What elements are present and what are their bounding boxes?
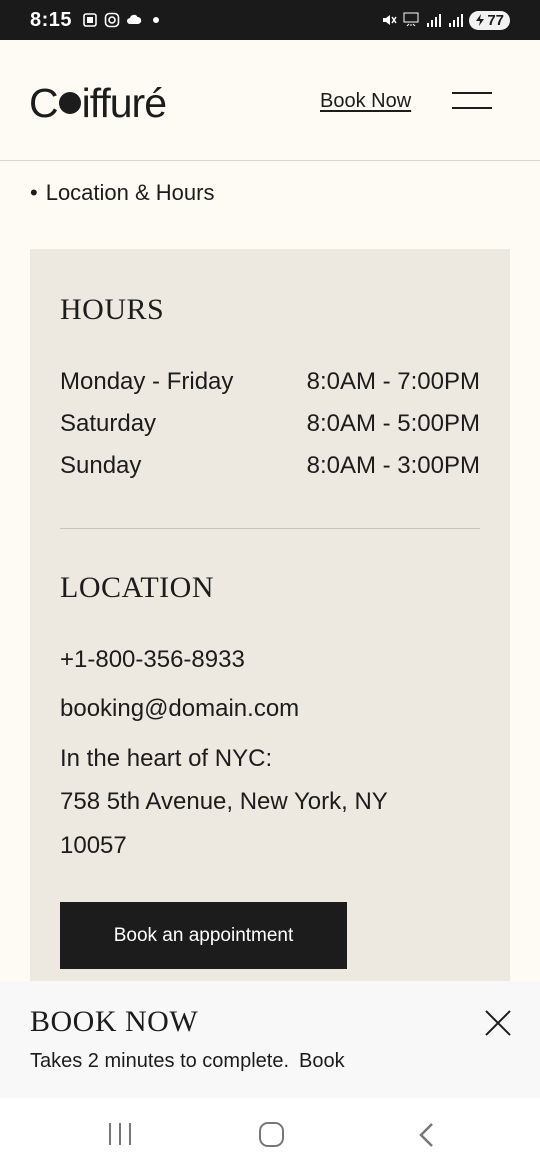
location-title: LOCATION	[60, 571, 214, 604]
home-icon[interactable]	[259, 1122, 284, 1147]
menu-icon[interactable]	[452, 92, 492, 110]
recent-apps-line	[109, 1123, 111, 1145]
battery-indicator: 77	[469, 10, 510, 30]
info-card: HOURS Monday - Friday 8:0AM - 7:00PM Sat…	[30, 249, 510, 1009]
dot-icon	[153, 17, 160, 23]
hours-day: Sunday	[60, 452, 142, 479]
status-time: 8:15	[30, 8, 73, 31]
address-line: 758 5th Avenue, New York, NY	[60, 788, 388, 815]
recent-apps-icon[interactable]	[109, 1123, 133, 1145]
hours-time: 8:0AM - 5:00PM	[306, 410, 480, 437]
address-line: 10057	[60, 832, 127, 859]
system-nav-bar	[0, 1098, 540, 1170]
logo-dot	[58, 92, 81, 114]
logo-suffix: iffuré	[81, 80, 167, 126]
hours-row: Saturday 8:0AM - 5:00PM	[60, 410, 480, 438]
breadcrumb: • Location & Hours	[30, 180, 214, 206]
hours-time: 8:0AM - 7:00PM	[306, 368, 480, 395]
cloud-icon	[127, 14, 142, 24]
book-now-link[interactable]: Book Now	[320, 90, 411, 113]
menu-icon-line	[452, 107, 492, 109]
phone-number[interactable]: +1-800-356-8933	[60, 646, 245, 674]
book-now-banner: BOOK NOW Takes 2 minutes to complete. Boo…	[0, 981, 540, 1098]
back-icon[interactable]	[418, 1122, 434, 1148]
site-header: Ciffuré Book Now	[0, 40, 540, 161]
banner-book-link[interactable]: Book	[299, 1050, 345, 1072]
close-icon[interactable]	[484, 1009, 512, 1037]
5g-icon	[403, 12, 419, 27]
charging-icon	[476, 14, 485, 26]
hours-title: HOURS	[60, 293, 165, 326]
address-intro: In the heart of NYC:	[60, 745, 273, 772]
status-system-icons: 77	[381, 10, 510, 30]
screenshot-icon	[83, 13, 97, 27]
banner-text: Takes 2 minutes to complete. Book	[30, 1050, 345, 1073]
logo[interactable]: Ciffuré	[29, 80, 167, 127]
status-notification-icons	[82, 12, 164, 28]
recent-apps-line	[129, 1123, 131, 1145]
divider	[60, 528, 480, 529]
banner-title: BOOK NOW	[30, 1005, 199, 1038]
battery-level: 77	[487, 11, 504, 29]
logo-prefix: C	[29, 80, 59, 126]
book-appointment-button[interactable]: Book an appointment	[60, 902, 347, 969]
email-address[interactable]: booking@domain.com	[60, 695, 299, 723]
hours-row: Monday - Friday 8:0AM - 7:00PM	[60, 368, 480, 396]
signal-icon	[427, 14, 442, 27]
status-bar: 8:15 77	[0, 0, 540, 40]
hours-row: Sunday 8:0AM - 3:00PM	[60, 452, 480, 480]
hours-time: 8:0AM - 3:00PM	[306, 452, 480, 479]
menu-icon-line	[452, 92, 492, 94]
mute-icon	[383, 15, 397, 25]
breadcrumb-bullet: •	[30, 180, 38, 205]
banner-description: Takes 2 minutes to complete.	[30, 1050, 290, 1072]
recent-apps-line	[119, 1123, 121, 1145]
hours-day: Monday - Friday	[60, 368, 234, 395]
breadcrumb-label[interactable]: Location & Hours	[46, 180, 215, 205]
instagram-icon	[104, 12, 120, 28]
signal-icon-2	[449, 14, 464, 27]
hours-day: Saturday	[60, 410, 157, 437]
